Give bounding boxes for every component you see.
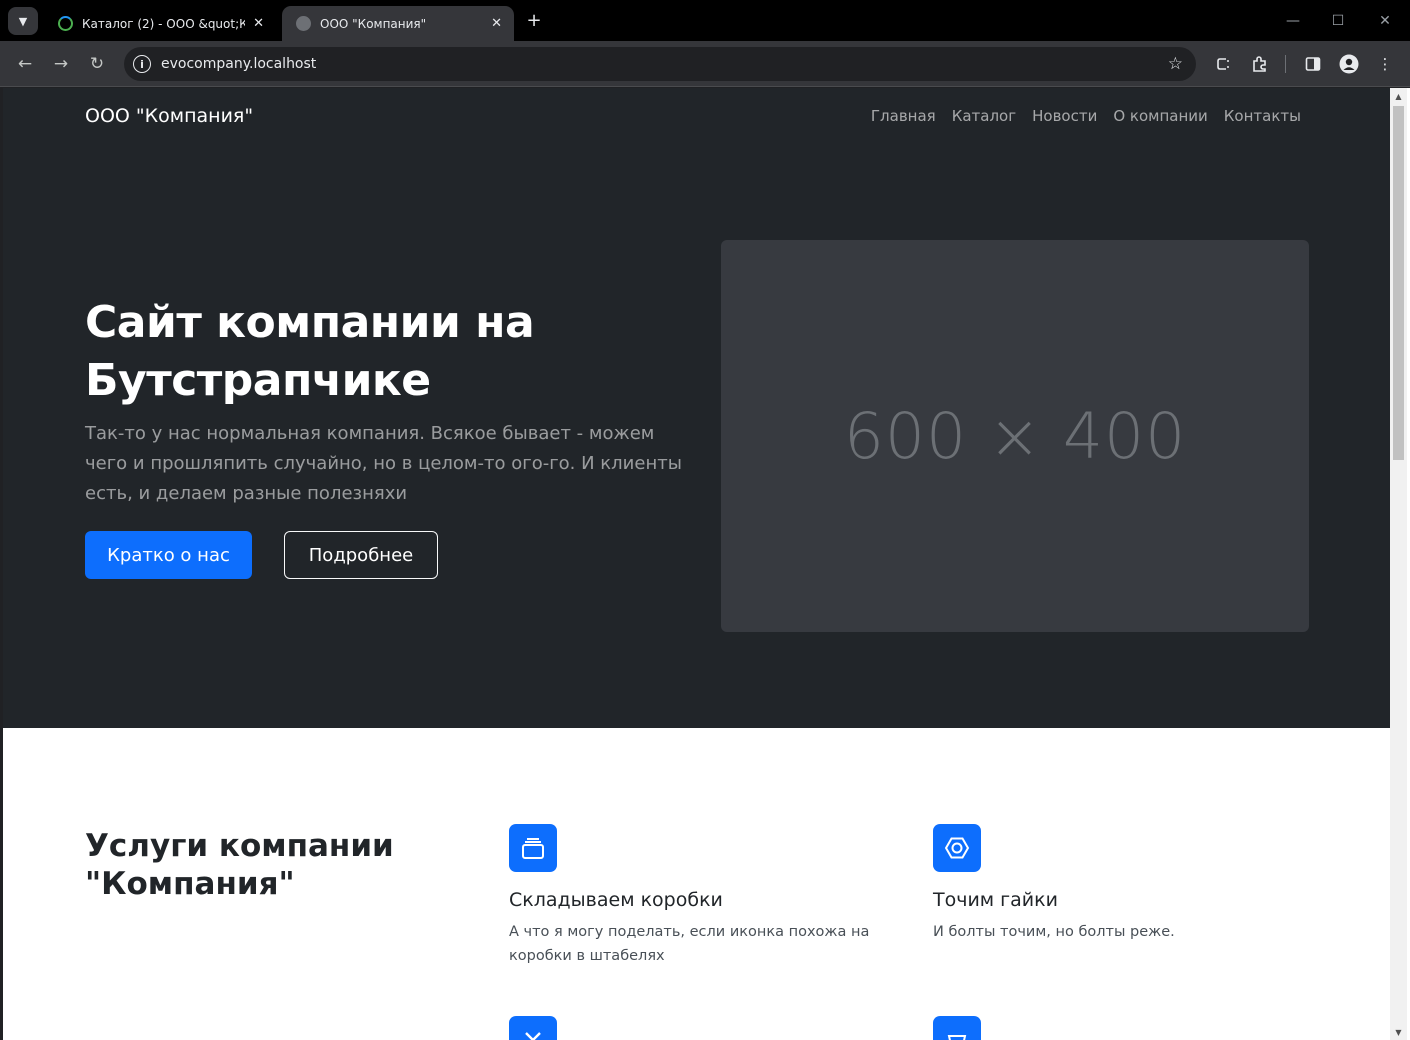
- placeholder-image: 600 × 400: [721, 240, 1309, 632]
- tab-close-icon[interactable]: ✕: [253, 16, 264, 31]
- tools-icon: [509, 1016, 557, 1040]
- scroll-up-icon[interactable]: ▲: [1390, 88, 1407, 104]
- box-stack-icon: [509, 824, 557, 872]
- browser-toolbar: ← → ↻ i evocompany.localhost ☆ ⋮: [0, 41, 1410, 87]
- scroll-down-icon[interactable]: ▼: [1390, 1024, 1407, 1040]
- tab-close-icon[interactable]: ✕: [491, 16, 502, 31]
- close-icon[interactable]: ✕: [1372, 8, 1398, 34]
- url-text[interactable]: evocompany.localhost: [161, 56, 316, 72]
- hero-section: ООО "Компания" Главная Каталог Новости О…: [3, 88, 1390, 728]
- reader-icon[interactable]: [1211, 52, 1235, 76]
- toolbar-separator: [1285, 55, 1286, 73]
- feature-text: И болты точим, но болты реже.: [933, 924, 1175, 940]
- profile-icon[interactable]: [1337, 52, 1361, 76]
- site-brand[interactable]: ООО "Компания": [85, 105, 253, 127]
- minimize-icon[interactable]: —: [1280, 8, 1306, 34]
- forward-icon[interactable]: →: [47, 50, 75, 78]
- nav-link-news[interactable]: Новости: [1032, 107, 1097, 125]
- nav-link-contacts[interactable]: Контакты: [1224, 107, 1301, 125]
- back-icon[interactable]: ←: [11, 50, 39, 78]
- feature-title: Точим гайки: [933, 889, 1058, 911]
- cart-icon: [933, 1016, 981, 1040]
- loading-favicon-icon: [58, 16, 73, 31]
- globe-favicon-icon: [296, 16, 311, 31]
- main-nav: Главная Каталог Новости О компании Конта…: [871, 107, 1301, 125]
- about-brief-button[interactable]: Кратко о нас: [85, 531, 252, 579]
- side-panel-icon[interactable]: [1301, 52, 1325, 76]
- page-viewport: ООО "Компания" Главная Каталог Новости О…: [3, 88, 1390, 1040]
- tab-title: ООО "Компания": [320, 16, 427, 31]
- feature-text: А что я могу поделать, если иконка похож…: [509, 924, 870, 964]
- services-title: Услуги компании "Компания": [85, 828, 394, 902]
- hero-lead: Так-то у нас нормальная компания. Всякое…: [85, 423, 682, 504]
- nav-link-catalog[interactable]: Каталог: [952, 107, 1016, 125]
- tab-list-icon[interactable]: ▼: [8, 7, 38, 35]
- nut-icon: [933, 824, 981, 872]
- nav-link-about[interactable]: О компании: [1113, 107, 1207, 125]
- menu-icon[interactable]: ⋮: [1373, 52, 1397, 76]
- extensions-icon[interactable]: [1248, 52, 1272, 76]
- tab-company[interactable]: ООО "Компания" ✕: [282, 6, 514, 41]
- reload-icon[interactable]: ↻: [83, 50, 111, 78]
- tab-title: Каталог (2) - ООО &quot;Комп: [82, 16, 246, 31]
- site-info-icon[interactable]: i: [133, 55, 151, 73]
- page-scrollbar[interactable]: ▲ ▼: [1390, 88, 1407, 1040]
- more-details-button[interactable]: Подробнее: [284, 531, 438, 579]
- feature-title: Складываем коробки: [509, 889, 723, 911]
- hero-title: Сайт компании на Бутстрапчике: [85, 297, 535, 406]
- maximize-icon[interactable]: ☐: [1325, 8, 1351, 34]
- address-bar[interactable]: i evocompany.localhost ☆: [124, 47, 1196, 81]
- placeholder-size-label: 600 × 400: [843, 399, 1187, 473]
- new-tab-button[interactable]: +: [523, 9, 545, 31]
- bookmark-star-icon[interactable]: ☆: [1168, 54, 1183, 74]
- tab-strip: ▼ Каталог (2) - ООО &quot;Комп ✕ ООО "Ко…: [0, 0, 1410, 41]
- tab-catalog[interactable]: Каталог (2) - ООО &quot;Комп ✕: [44, 6, 276, 41]
- nav-link-home[interactable]: Главная: [871, 107, 936, 125]
- scrollbar-thumb[interactable]: [1393, 106, 1404, 460]
